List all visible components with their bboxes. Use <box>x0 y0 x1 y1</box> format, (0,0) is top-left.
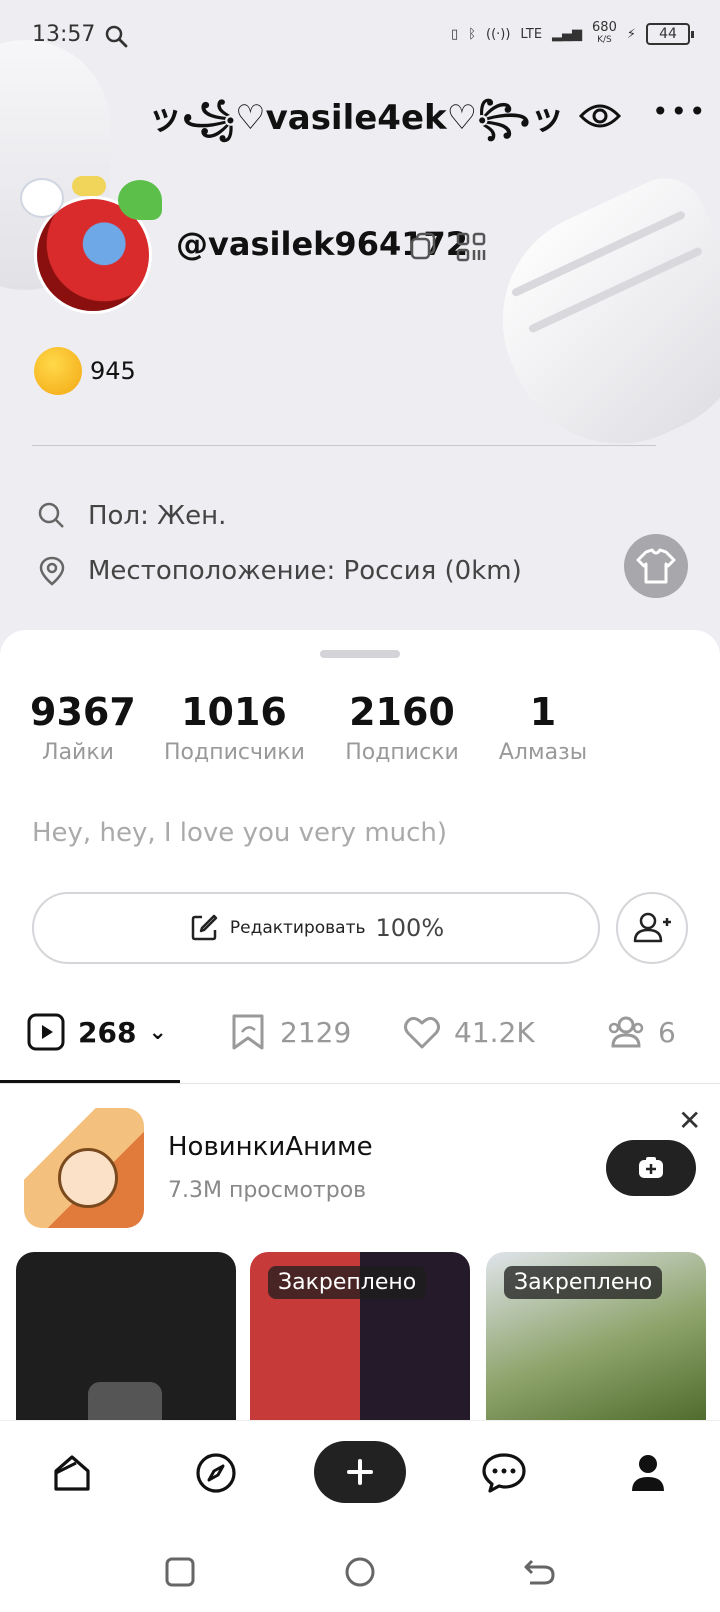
bluetooth-icon: ᛒ <box>468 26 476 42</box>
create-button[interactable] <box>314 1441 406 1503</box>
speed-unit: K/S <box>597 35 612 45</box>
edit-profile-label: Редактировать <box>229 918 366 938</box>
stat-value: 9367 <box>30 690 136 734</box>
avatar-frame-decoration <box>20 178 64 218</box>
back-icon[interactable] <box>520 1552 560 1592</box>
tab-likes[interactable]: 41.2K <box>402 1012 535 1052</box>
recent-apps-icon[interactable] <box>160 1552 200 1592</box>
stat-value: 2160 <box>349 690 455 734</box>
tab-groups[interactable]: 6 <box>606 1012 676 1052</box>
stat-label: Алмазы <box>498 740 588 765</box>
qr-code-icon[interactable] <box>456 232 486 262</box>
tab-reposts-count: 2129 <box>280 1015 352 1049</box>
speed-indicator: 680 K/S <box>592 20 617 46</box>
status-bar: 13:57 ▯ ᛒ ((·)) LTE ▂▄▆ 680 K/S ⚡ 44 <box>0 0 720 70</box>
charging-icon: ⚡ <box>626 26 636 42</box>
hotspot-icon: ((·)) <box>486 26 511 42</box>
video-thumbnail[interactable]: Закреплено <box>250 1252 470 1422</box>
sheet-handle[interactable] <box>320 650 400 658</box>
promo-action-button[interactable] <box>606 1140 696 1196</box>
tab-reposts[interactable]: 2129 <box>228 1012 351 1052</box>
tab-videos-count: 268 <box>78 1015 137 1049</box>
pinned-badge: Закреплено <box>268 1266 427 1299</box>
bottom-navigation <box>0 1420 720 1530</box>
promo-views: 7.3M просмотров <box>168 1178 367 1203</box>
decorative-shape-right <box>466 165 720 480</box>
location-row: Местоположение: Россия (0km) <box>36 555 522 587</box>
compass-icon <box>196 1453 236 1493</box>
video-thumbnail[interactable]: Закреплено <box>486 1252 706 1422</box>
nav-explore[interactable] <box>186 1443 246 1503</box>
signal-icon: ▂▄▆ <box>552 26 583 42</box>
repost-icon <box>232 1014 264 1050</box>
vibrate-icon: ▯ <box>451 26 459 42</box>
speed-value: 680 <box>592 20 617 35</box>
add-friend-button[interactable] <box>616 892 688 964</box>
system-navigation <box>0 1530 720 1612</box>
tabs-divider <box>0 1083 720 1084</box>
tab-videos[interactable]: 268 ⌄ <box>26 1012 167 1052</box>
video-icon <box>27 1013 65 1051</box>
video-camera-icon <box>88 1382 162 1422</box>
stat-label: Подписки <box>345 740 459 765</box>
avatar[interactable] <box>18 176 168 326</box>
stat-value: 1 <box>529 690 557 734</box>
stat-diamonds[interactable]: 1 Алмазы <box>494 690 592 765</box>
copy-icon[interactable] <box>410 232 436 260</box>
profile-icon <box>632 1455 664 1491</box>
eye-icon[interactable] <box>578 98 622 134</box>
home-icon <box>54 1455 90 1491</box>
coin-balance[interactable]: 945 <box>90 357 136 385</box>
divider <box>32 445 656 446</box>
tab-groups-count: 6 <box>658 1015 676 1049</box>
stat-following[interactable]: 2160 Подписки <box>344 690 460 765</box>
gender-row: Пол: Жен. <box>36 500 226 532</box>
tshirt-icon <box>636 548 676 584</box>
avatar-frame-decoration <box>118 180 162 220</box>
gender-search-icon <box>38 502 64 528</box>
battery-icon: 44 <box>646 23 694 45</box>
profile-bio: Hey, hey, I love you very much) <box>32 818 448 848</box>
nav-home[interactable] <box>42 1443 102 1503</box>
network-label: LTE <box>520 26 543 42</box>
stat-value: 1016 <box>181 690 287 734</box>
group-icon <box>608 1016 644 1048</box>
nav-profile[interactable] <box>618 1443 678 1503</box>
promo-thumbnail[interactable] <box>24 1108 144 1228</box>
stat-label: Подписчики <box>164 740 305 765</box>
video-thumbnail[interactable] <box>16 1252 236 1422</box>
coin-icon[interactable] <box>34 347 82 395</box>
promo-title[interactable]: НовинкиАниме <box>168 1132 373 1162</box>
stat-followers[interactable]: 1016 Подписчики <box>164 690 305 765</box>
edit-icon <box>191 914 218 941</box>
stat-likes[interactable]: 9367 Лайки <box>30 690 136 765</box>
profile-nickname: ッ꧁♡vasile4ek♡꧂ッ <box>148 98 565 138</box>
chevron-down-icon: ⌄ <box>148 1019 167 1045</box>
plus-icon <box>347 1459 373 1485</box>
chat-icon <box>482 1453 526 1493</box>
camera-add-icon <box>639 1157 663 1178</box>
stat-label: Лайки <box>42 740 114 765</box>
search-icon <box>105 25 128 48</box>
status-time: 13:57 <box>32 22 96 47</box>
profile-completion: 100% <box>375 914 445 942</box>
add-user-icon <box>633 912 671 943</box>
outfit-button[interactable] <box>624 534 688 598</box>
status-indicators: ▯ ᛒ ((·)) LTE ▂▄▆ 680 K/S ⚡ 44 <box>451 20 694 46</box>
pinned-badge: Закреплено <box>504 1266 663 1299</box>
location-text: Местоположение: Россия (0km) <box>88 556 522 586</box>
close-icon[interactable]: ✕ <box>678 1104 701 1137</box>
more-options-icon[interactable]: ••• <box>652 98 706 130</box>
location-pin-icon <box>39 556 65 586</box>
nav-messages[interactable] <box>474 1443 534 1503</box>
avatar-frame-decoration <box>72 176 106 196</box>
home-button-icon[interactable] <box>340 1552 380 1592</box>
edit-profile-button[interactable]: Редактировать 100% <box>32 892 600 964</box>
tab-likes-count: 41.2K <box>454 1015 535 1049</box>
heart-icon <box>404 1016 440 1049</box>
gender-text: Пол: Жен. <box>88 501 227 531</box>
